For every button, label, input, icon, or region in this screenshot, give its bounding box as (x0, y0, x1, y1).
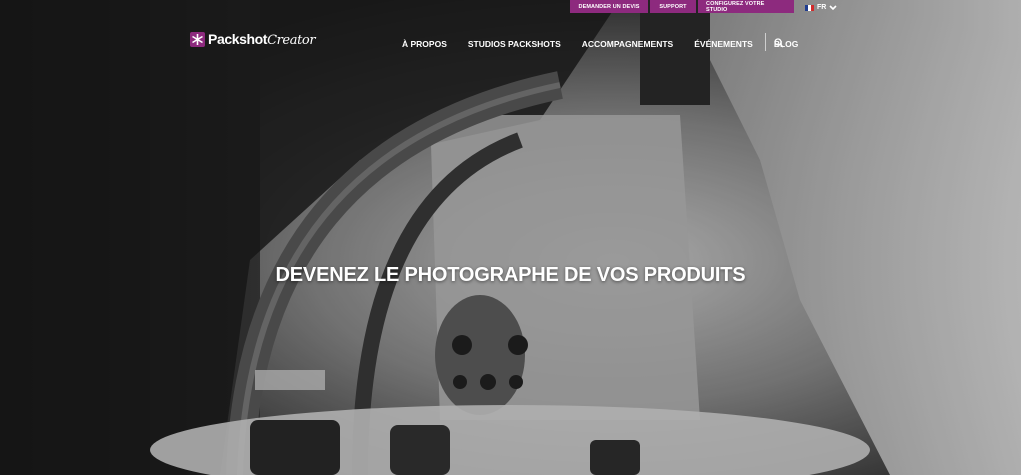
search-icon[interactable] (774, 38, 784, 48)
support-button[interactable]: SUPPORT (650, 0, 696, 13)
logo-mark-icon (190, 31, 205, 47)
logo-name-bold: Packshot (208, 30, 268, 47)
nav-item-studios[interactable]: STUDIOS PACKSHOTS (468, 39, 561, 49)
language-selector[interactable]: FR (805, 2, 837, 13)
request-quote-button[interactable]: DEMANDER UN DEVIS (570, 0, 648, 13)
nav-divider (765, 33, 766, 51)
logo-name-script: Creator (267, 32, 316, 48)
language-code: FR (817, 4, 827, 11)
nav-item-events[interactable]: ÉVÉNEMENTS (694, 39, 753, 49)
site-logo[interactable]: PackshotCreator (190, 30, 316, 48)
france-flag-icon (805, 4, 814, 11)
hero-headline: DEVENEZ LE PHOTOGRAPHE DE VOS PRODUITS (275, 264, 746, 287)
hero-background (0, 0, 1021, 475)
nav-item-about[interactable]: À PROPOS (402, 39, 447, 49)
top-utility-bar: DEMANDER UN DEVIS SUPPORT CONFIGUREZ VOT… (570, 0, 794, 13)
nav-item-services[interactable]: ACCOMPAGNEMENTS (582, 39, 673, 49)
main-navigation: À PROPOS STUDIOS PACKSHOTS ACCOMPAGNEMEN… (402, 37, 798, 51)
configure-studio-button[interactable]: CONFIGUREZ VOTRE STUDIO (698, 0, 794, 13)
hero-photo (0, 0, 1021, 475)
logo-text: PackshotCreator (208, 30, 316, 48)
chevron-down-icon (829, 4, 837, 10)
